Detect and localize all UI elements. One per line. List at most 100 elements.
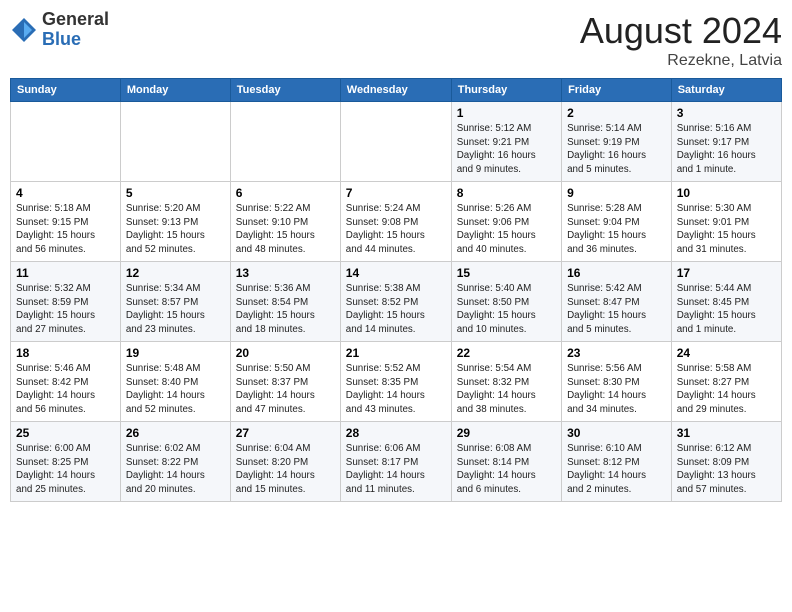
calendar-cell: 22 Sunrise: 5:54 AM Sunset: 8:32 PM Dayli… <box>451 342 561 422</box>
day-info: Sunrise: 5:18 AM Sunset: 9:15 PM Dayligh… <box>16 203 95 255</box>
day-info: Sunrise: 5:12 AM Sunset: 9:21 PM Dayligh… <box>457 123 536 175</box>
day-number: 10 <box>677 186 776 200</box>
header-monday: Monday <box>120 79 230 102</box>
day-number: 16 <box>567 266 666 280</box>
calendar-cell: 23Sunrise: 5:56 AM Sunset: 8:30 PM Dayli… <box>562 342 672 422</box>
day-info: Sunrise: 5:20 AM Sunset: 9:13 PM Dayligh… <box>126 203 205 255</box>
day-info: Sunrise: 5:58 AM Sunset: 8:27 PM Dayligh… <box>677 363 756 415</box>
week-row-4: 18 Sunrise: 5:46 AM Sunset: 8:42 PM Dayli… <box>11 342 782 422</box>
day-number: 13 <box>236 266 335 280</box>
calendar-title: August 2024 <box>580 10 782 52</box>
day-number: 5 <box>126 186 225 200</box>
day-info: Sunrise: 5:50 AM Sunset: 8:37 PM Dayligh… <box>236 363 315 415</box>
day-number: 22 <box>457 346 556 360</box>
logo: General Blue <box>10 10 109 50</box>
calendar-cell: 14Sunrise: 5:38 AM Sunset: 8:52 PM Dayli… <box>340 262 451 342</box>
day-number: 17 <box>677 266 776 280</box>
logo-general: General <box>42 10 109 30</box>
calendar-cell: 6 Sunrise: 5:22 AM Sunset: 9:10 PM Daylig… <box>230 182 340 262</box>
day-number: 18 <box>16 346 115 360</box>
calendar-cell: 13 Sunrise: 5:36 AM Sunset: 8:54 PM Dayli… <box>230 262 340 342</box>
logo-text: General Blue <box>42 10 109 50</box>
day-number: 7 <box>346 186 446 200</box>
day-number: 31 <box>677 426 776 440</box>
day-info: Sunrise: 6:06 AM Sunset: 8:17 PM Dayligh… <box>346 443 425 495</box>
logo-blue: Blue <box>42 30 109 50</box>
page-header: General Blue August 2024 Rezekne, Latvia <box>10 10 782 70</box>
header-sunday: Sunday <box>11 79 121 102</box>
day-info: Sunrise: 5:38 AM Sunset: 8:52 PM Dayligh… <box>346 283 425 335</box>
calendar-cell: 2 Sunrise: 5:14 AM Sunset: 9:19 PM Daylig… <box>562 102 672 182</box>
calendar-cell: 29Sunrise: 6:08 AM Sunset: 8:14 PM Dayli… <box>451 422 561 502</box>
day-info: Sunrise: 6:00 AM Sunset: 8:25 PM Dayligh… <box>16 443 95 495</box>
day-info: Sunrise: 5:32 AM Sunset: 8:59 PM Dayligh… <box>16 283 95 335</box>
header-thursday: Thursday <box>451 79 561 102</box>
calendar-cell: 9 Sunrise: 5:28 AM Sunset: 9:04 PM Daylig… <box>562 182 672 262</box>
calendar-cell: 17 Sunrise: 5:44 AM Sunset: 8:45 PM Dayli… <box>671 262 781 342</box>
calendar-cell: 1Sunrise: 5:12 AM Sunset: 9:21 PM Daylig… <box>451 102 561 182</box>
calendar-cell <box>340 102 451 182</box>
week-row-5: 25Sunrise: 6:00 AM Sunset: 8:25 PM Dayli… <box>11 422 782 502</box>
day-number: 15 <box>457 266 556 280</box>
week-row-2: 4 Sunrise: 5:18 AM Sunset: 9:15 PM Daylig… <box>11 182 782 262</box>
day-number: 8 <box>457 186 556 200</box>
day-info: Sunrise: 5:54 AM Sunset: 8:32 PM Dayligh… <box>457 363 536 415</box>
day-number: 24 <box>677 346 776 360</box>
day-info: Sunrise: 6:12 AM Sunset: 8:09 PM Dayligh… <box>677 443 756 495</box>
calendar-cell: 28 Sunrise: 6:06 AM Sunset: 8:17 PM Dayli… <box>340 422 451 502</box>
calendar-cell: 4 Sunrise: 5:18 AM Sunset: 9:15 PM Daylig… <box>11 182 121 262</box>
day-info: Sunrise: 6:02 AM Sunset: 8:22 PM Dayligh… <box>126 443 205 495</box>
calendar-cell <box>11 102 121 182</box>
day-info: Sunrise: 5:22 AM Sunset: 9:10 PM Dayligh… <box>236 203 315 255</box>
calendar-cell <box>120 102 230 182</box>
day-number: 6 <box>236 186 335 200</box>
day-info: Sunrise: 5:34 AM Sunset: 8:57 PM Dayligh… <box>126 283 205 335</box>
day-info: Sunrise: 5:14 AM Sunset: 9:19 PM Dayligh… <box>567 123 646 175</box>
calendar-cell: 5 Sunrise: 5:20 AM Sunset: 9:13 PM Daylig… <box>120 182 230 262</box>
calendar-cell: 8 Sunrise: 5:26 AM Sunset: 9:06 PM Daylig… <box>451 182 561 262</box>
calendar-cell: 27 Sunrise: 6:04 AM Sunset: 8:20 PM Dayli… <box>230 422 340 502</box>
day-number: 30 <box>567 426 666 440</box>
day-number: 3 <box>677 106 776 120</box>
calendar-cell: 30Sunrise: 6:10 AM Sunset: 8:12 PM Dayli… <box>562 422 672 502</box>
day-number: 2 <box>567 106 666 120</box>
calendar-cell <box>230 102 340 182</box>
day-number: 4 <box>16 186 115 200</box>
calendar-subtitle: Rezekne, Latvia <box>580 52 782 70</box>
week-row-1: 1Sunrise: 5:12 AM Sunset: 9:21 PM Daylig… <box>11 102 782 182</box>
day-info: Sunrise: 6:04 AM Sunset: 8:20 PM Dayligh… <box>236 443 315 495</box>
day-number: 27 <box>236 426 335 440</box>
calendar-cell: 11 Sunrise: 5:32 AM Sunset: 8:59 PM Dayli… <box>11 262 121 342</box>
day-info: Sunrise: 5:24 AM Sunset: 9:08 PM Dayligh… <box>346 203 425 255</box>
day-info: Sunrise: 5:26 AM Sunset: 9:06 PM Dayligh… <box>457 203 536 255</box>
calendar-table: SundayMondayTuesdayWednesdayThursdayFrid… <box>10 78 782 502</box>
header-wednesday: Wednesday <box>340 79 451 102</box>
calendar-cell: 7 Sunrise: 5:24 AM Sunset: 9:08 PM Daylig… <box>340 182 451 262</box>
day-info: Sunrise: 5:48 AM Sunset: 8:40 PM Dayligh… <box>126 363 205 415</box>
calendar-cell: 31 Sunrise: 6:12 AM Sunset: 8:09 PM Dayli… <box>671 422 781 502</box>
header-tuesday: Tuesday <box>230 79 340 102</box>
calendar-cell: 15 Sunrise: 5:40 AM Sunset: 8:50 PM Dayli… <box>451 262 561 342</box>
day-number: 11 <box>16 266 115 280</box>
calendar-cell: 10 Sunrise: 5:30 AM Sunset: 9:01 PM Dayli… <box>671 182 781 262</box>
header-friday: Friday <box>562 79 672 102</box>
day-number: 19 <box>126 346 225 360</box>
day-number: 9 <box>567 186 666 200</box>
calendar-header-row: SundayMondayTuesdayWednesdayThursdayFrid… <box>11 79 782 102</box>
day-info: Sunrise: 5:42 AM Sunset: 8:47 PM Dayligh… <box>567 283 646 335</box>
day-info: Sunrise: 5:56 AM Sunset: 8:30 PM Dayligh… <box>567 363 646 415</box>
day-info: Sunrise: 5:30 AM Sunset: 9:01 PM Dayligh… <box>677 203 756 255</box>
day-info: Sunrise: 5:40 AM Sunset: 8:50 PM Dayligh… <box>457 283 536 335</box>
day-info: Sunrise: 5:44 AM Sunset: 8:45 PM Dayligh… <box>677 283 756 335</box>
calendar-cell: 12 Sunrise: 5:34 AM Sunset: 8:57 PM Dayli… <box>120 262 230 342</box>
calendar-cell: 26Sunrise: 6:02 AM Sunset: 8:22 PM Dayli… <box>120 422 230 502</box>
day-info: Sunrise: 5:28 AM Sunset: 9:04 PM Dayligh… <box>567 203 646 255</box>
logo-icon <box>10 16 38 44</box>
day-info: Sunrise: 5:46 AM Sunset: 8:42 PM Dayligh… <box>16 363 95 415</box>
week-row-3: 11 Sunrise: 5:32 AM Sunset: 8:59 PM Dayli… <box>11 262 782 342</box>
day-number: 28 <box>346 426 446 440</box>
day-number: 12 <box>126 266 225 280</box>
day-info: Sunrise: 5:16 AM Sunset: 9:17 PM Dayligh… <box>677 123 756 175</box>
day-info: Sunrise: 5:36 AM Sunset: 8:54 PM Dayligh… <box>236 283 315 335</box>
calendar-cell: 25Sunrise: 6:00 AM Sunset: 8:25 PM Dayli… <box>11 422 121 502</box>
